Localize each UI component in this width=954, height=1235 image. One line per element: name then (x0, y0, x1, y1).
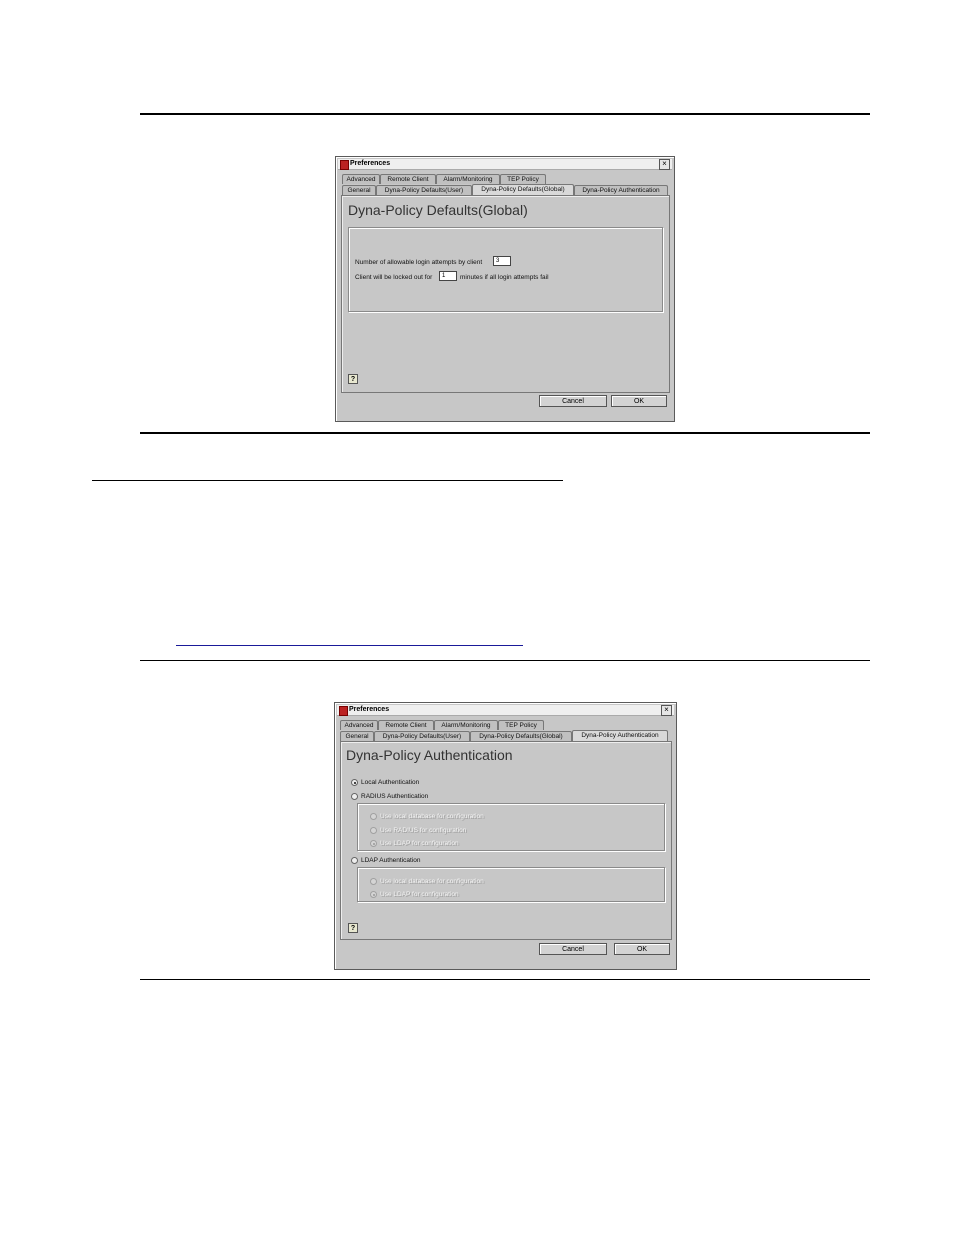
tab-tep-policy[interactable]: TEP Policy (498, 720, 544, 730)
preferences-dialog-global: Preferences × Advanced Remote Client Ala… (335, 156, 675, 422)
ldap-local-db-radio[interactable] (370, 878, 377, 885)
help-icon[interactable]: ? (348, 923, 358, 933)
app-icon (339, 706, 348, 716)
title-bar[interactable]: Preferences × (337, 705, 674, 716)
top-rule-1 (140, 113, 870, 115)
radius-auth-label[interactable]: RADIUS Authentication (361, 792, 428, 801)
ok-button[interactable]: OK (611, 395, 667, 407)
section-rule (92, 480, 563, 481)
tab-tep-policy[interactable]: TEP Policy (500, 174, 546, 184)
ldap-options-group: Use local database for configuration Use… (357, 867, 665, 902)
tab-dyna-policy-authentication[interactable]: Dyna-Policy Authentication (572, 730, 668, 741)
lockout-settings-group: Number of allowable login attempts by cl… (348, 227, 663, 312)
tab-dyna-policy-defaults-user[interactable]: Dyna-Policy Defaults(User) (376, 185, 472, 195)
ldap-local-db-label[interactable]: Use local database for configuration (380, 877, 484, 886)
tab-remote-client[interactable]: Remote Client (378, 720, 434, 730)
radius-radius-radio[interactable] (370, 827, 377, 834)
ldap-auth-label[interactable]: LDAP Authentication (361, 856, 421, 865)
tab-advanced[interactable]: Advanced (340, 720, 378, 730)
panel-title: Dyna-Policy Authentication (346, 747, 513, 763)
cancel-button[interactable]: Cancel (539, 395, 607, 407)
cancel-button[interactable]: Cancel (539, 943, 607, 955)
tab-content-panel: Dyna-Policy Defaults(Global) Number of a… (341, 195, 670, 393)
radius-options-group: Use local database for configuration Use… (357, 803, 665, 851)
tab-dyna-policy-authentication[interactable]: Dyna-Policy Authentication (574, 185, 668, 195)
link-underline[interactable] (176, 645, 523, 646)
radius-local-db-label[interactable]: Use local database for configuration (380, 812, 484, 821)
lockout-minutes-input[interactable]: 1 (439, 271, 457, 281)
help-icon[interactable]: ? (348, 374, 358, 384)
tab-dyna-policy-defaults-global[interactable]: Dyna-Policy Defaults(Global) (470, 731, 572, 741)
top-rule-2 (140, 660, 870, 661)
panel-title: Dyna-Policy Defaults(Global) (348, 202, 528, 218)
tab-alarm-monitoring[interactable]: Alarm/Monitoring (434, 720, 498, 730)
lockout-prefix-label: Client will be locked out for (355, 274, 433, 281)
ldap-auth-radio[interactable] (351, 857, 358, 864)
radius-radius-label[interactable]: Use RADIUS for configuration (380, 826, 466, 835)
tab-content-panel: Dyna-Policy Authentication Local Authent… (340, 741, 672, 940)
close-icon[interactable]: × (659, 159, 670, 170)
title-bar[interactable]: Preferences × (338, 159, 672, 170)
ok-button[interactable]: OK (614, 943, 670, 955)
bottom-rule-2 (140, 979, 870, 980)
local-auth-label[interactable]: Local Authentication (361, 778, 419, 787)
close-icon[interactable]: × (661, 705, 672, 716)
tab-remote-client[interactable]: Remote Client (380, 174, 436, 184)
tab-general[interactable]: General (342, 185, 376, 195)
radius-local-db-radio[interactable] (370, 813, 377, 820)
tab-dyna-policy-defaults-user[interactable]: Dyna-Policy Defaults(User) (374, 731, 470, 741)
window-title: Preferences (349, 706, 390, 713)
local-auth-radio[interactable] (351, 779, 358, 786)
ldap-ldap-radio[interactable] (370, 891, 377, 898)
bottom-rule-1 (140, 432, 870, 434)
radius-ldap-label[interactable]: Use LDAP for configuration (380, 839, 459, 848)
radius-auth-radio[interactable] (351, 793, 358, 800)
tab-dyna-policy-defaults-global[interactable]: Dyna-Policy Defaults(Global) (472, 184, 574, 195)
radius-ldap-radio[interactable] (370, 840, 377, 847)
tab-alarm-monitoring[interactable]: Alarm/Monitoring (436, 174, 500, 184)
tab-general[interactable]: General (340, 731, 374, 741)
lockout-suffix-label: minutes if all login attempts fail (460, 274, 549, 281)
window-title: Preferences (350, 160, 391, 167)
ldap-ldap-label[interactable]: Use LDAP for configuration (380, 890, 459, 899)
login-attempts-label: Number of allowable login attempts by cl… (355, 259, 483, 266)
preferences-dialog-authentication: Preferences × Advanced Remote Client Ala… (334, 702, 677, 970)
app-icon (340, 160, 349, 170)
tab-advanced[interactable]: Advanced (342, 174, 380, 184)
login-attempts-input[interactable]: 3 (493, 256, 511, 266)
